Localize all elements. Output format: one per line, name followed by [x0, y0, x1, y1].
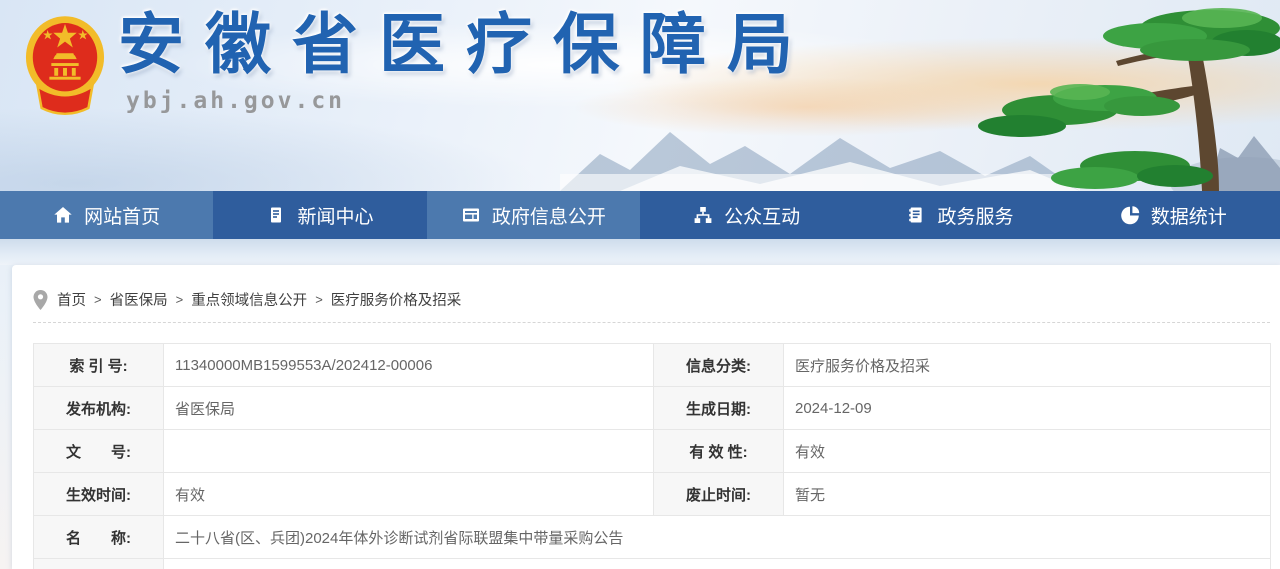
nav-item-label: 新闻中心	[297, 202, 373, 229]
nav-item-label: 数据统计	[1151, 202, 1227, 229]
breadcrumb-bureau[interactable]: 省医保局	[110, 289, 168, 310]
field-value-repeal-time: 暂无	[784, 473, 1271, 516]
field-label-validity: 有 效 性:	[654, 430, 784, 473]
field-label-publisher: 发布机构:	[34, 387, 164, 430]
breadcrumb-current-page: 医疗服务价格及招采	[331, 289, 462, 310]
info-table: 索 引 号: 11340000MB1599553A/202412-00006 信…	[33, 343, 1271, 569]
interaction-icon	[693, 205, 713, 225]
info-disclosure-icon	[461, 205, 481, 225]
table-row: 生效时间: 有效 废止时间: 暂无	[34, 473, 1271, 516]
field-value-info-category: 医疗服务价格及招采	[784, 344, 1271, 387]
breadcrumb-separator: >	[176, 292, 184, 307]
home-icon	[53, 205, 73, 225]
breadcrumb-divider	[33, 322, 1270, 323]
content-card: 首页 > 省医保局 > 重点领域信息公开 > 医疗服务价格及招采 索 引 号: …	[12, 265, 1280, 569]
table-row: 名 称: 二十八省(区、兵团)2024年体外诊断试剂省际联盟集中带量采购公告	[34, 516, 1271, 559]
statistics-icon	[1120, 205, 1140, 225]
field-label-partial	[34, 559, 164, 569]
table-row-partial	[34, 559, 1271, 569]
news-icon	[266, 205, 286, 225]
nav-item-label: 网站首页	[84, 202, 160, 229]
field-label-index-no: 索 引 号:	[34, 344, 164, 387]
table-row: 文 号: 有 效 性: 有效	[34, 430, 1271, 473]
field-label-effective-time: 生效时间:	[34, 473, 164, 516]
services-icon	[906, 205, 926, 225]
field-label-repeal-time: 废止时间:	[654, 473, 784, 516]
main-navigation: 网站首页 新闻中心 政府信息公开 公众互动 政务服务 数据统计	[0, 191, 1280, 239]
field-value-partial	[164, 559, 1271, 569]
national-emblem-icon[interactable]	[24, 12, 106, 120]
breadcrumb-separator: >	[315, 292, 323, 307]
nav-item-news-center[interactable]: 新闻中心	[213, 191, 426, 239]
table-row: 发布机构: 省医保局 生成日期: 2024-12-09	[34, 387, 1271, 430]
field-label-doc-number: 文 号:	[34, 430, 164, 473]
breadcrumb-key-info[interactable]: 重点领域信息公开	[191, 289, 307, 310]
field-value-publisher: 省医保局	[164, 387, 654, 430]
field-value-title: 二十八省(区、兵团)2024年体外诊断试剂省际联盟集中带量采购公告	[164, 516, 1271, 559]
nav-item-label: 政府信息公开	[492, 202, 606, 229]
nav-item-public-interaction[interactable]: 公众互动	[640, 191, 853, 239]
nav-item-gov-services[interactable]: 政务服务	[853, 191, 1066, 239]
field-value-effective-time: 有效	[164, 473, 654, 516]
breadcrumb-separator: >	[94, 292, 102, 307]
header-sub-band	[0, 239, 1280, 265]
field-value-issue-date: 2024-12-09	[784, 387, 1271, 430]
field-value-doc-number	[164, 430, 654, 473]
nav-item-home[interactable]: 网站首页	[0, 191, 213, 239]
nav-item-label: 政务服务	[937, 202, 1013, 229]
pine-tree-illustration	[960, 0, 1280, 191]
table-row: 索 引 号: 11340000MB1599553A/202412-00006 信…	[34, 344, 1271, 387]
field-label-title: 名 称:	[34, 516, 164, 559]
field-value-validity: 有效	[784, 430, 1271, 473]
field-label-issue-date: 生成日期:	[654, 387, 784, 430]
field-label-info-category: 信息分类:	[654, 344, 784, 387]
nav-item-label: 公众互动	[724, 202, 800, 229]
breadcrumb-home[interactable]: 首页	[57, 289, 86, 310]
site-header: 安徽省医疗保障局 ybj.ah.gov.cn	[0, 0, 1280, 191]
nav-item-gov-info-disclosure[interactable]: 政府信息公开	[427, 191, 640, 239]
site-title[interactable]: 安徽省医疗保障局	[118, 6, 814, 82]
field-value-index-no: 11340000MB1599553A/202412-00006	[164, 344, 654, 387]
site-url: ybj.ah.gov.cn	[126, 88, 345, 114]
breadcrumb: 首页 > 省医保局 > 重点领域信息公开 > 医疗服务价格及招采	[33, 289, 461, 310]
nav-item-data-statistics[interactable]: 数据统计	[1067, 191, 1280, 239]
location-pin-icon	[33, 290, 48, 310]
